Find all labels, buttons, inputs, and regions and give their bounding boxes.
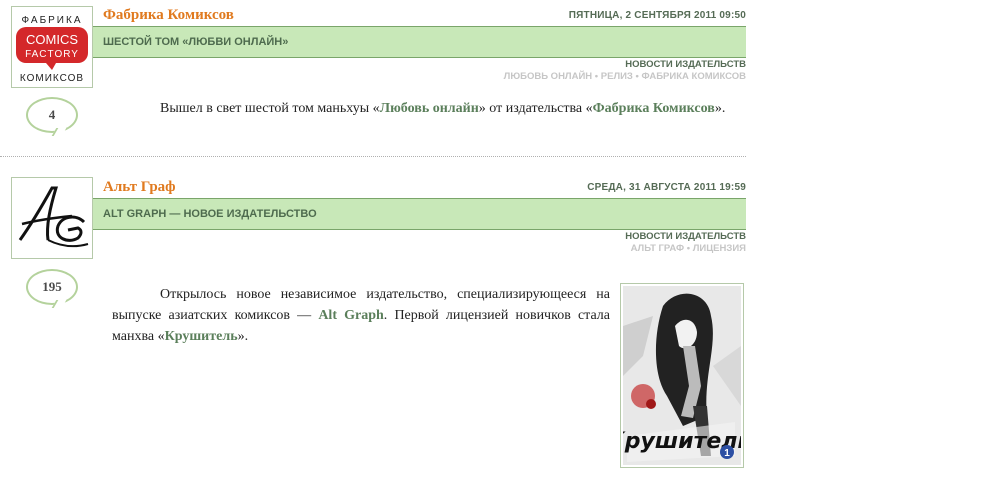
comments-count-bubble[interactable]: 4 [26, 97, 78, 133]
comics-factory-logo[interactable]: ФАБРИКА COMICS FACTORY КОМИКСОВ [11, 6, 93, 88]
svg-text:КОМИКСОВ: КОМИКСОВ [20, 73, 84, 84]
tag-link[interactable]: ФАБРИКА КОМИКСОВ [642, 71, 747, 82]
svg-text:COMICS: COMICS [26, 32, 78, 47]
body-link[interactable]: Alt Graph [318, 308, 383, 323]
post-date: СРЕДА, 31 АВГУСТА 2011 19:59 [587, 182, 746, 193]
post-title-bar: ALT GRAPH — НОВОЕ ИЗДАТЕЛЬСТВО [93, 198, 746, 230]
tag-link[interactable]: РЕЛИЗ [601, 71, 633, 82]
post-title-bar: ШЕСТОЙ ТОМ «ЛЮБВИ ОНЛАЙН» [93, 26, 746, 58]
svg-text:1: 1 [724, 448, 730, 459]
post-title[interactable]: ШЕСТОЙ ТОМ «ЛЮБВИ ОНЛАЙН» [103, 36, 288, 48]
post-category[interactable]: НОВОСТИ ИЗДАТЕЛЬСТВ [625, 231, 746, 242]
comments-count-bubble[interactable]: 195 [26, 269, 78, 305]
body-link[interactable]: Крушитель [165, 329, 238, 344]
post-title[interactable]: ALT GRAPH — НОВОЕ ИЗДАТЕЛЬСТВО [103, 208, 317, 220]
tag-link[interactable]: АЛЬТ ГРАФ [631, 243, 685, 254]
body-link[interactable]: Любовь онлайн [380, 101, 479, 116]
tag-link[interactable]: ЛЮБОВЬ ОНЛАЙН [504, 71, 592, 82]
post-divider [0, 156, 746, 157]
news-post: 195 Альт Граф СРЕДА, 31 АВГУСТА 2011 19:… [0, 172, 760, 478]
post-source-link[interactable]: Фабрика Комиксов [103, 7, 234, 24]
post-body: Открылось новое независимое издательство… [112, 287, 610, 344]
post-source-link[interactable]: Альт Граф [103, 179, 176, 196]
post-tags: АЛЬТ ГРАФ • ЛИЦЕНЗИЯ [630, 243, 746, 254]
alt-graph-logo[interactable] [11, 177, 93, 259]
manhwa-cover-image[interactable]: Крушитель 1 [607, 283, 751, 468]
body-link[interactable]: Фабрика Комиксов [593, 101, 715, 116]
post-date: ПЯТНИЦА, 2 СЕНТЯБРЯ 2011 09:50 [568, 10, 746, 21]
tag-link[interactable]: ЛИЦЕНЗИЯ [693, 243, 746, 254]
post-category[interactable]: НОВОСТИ ИЗДАТЕЛЬСТВ [625, 59, 746, 70]
news-post: ФАБРИКА COMICS FACTORY КОМИКСОВ 4 Фабрик… [0, 0, 760, 158]
post-body: Вышел в свет шестой том маньхуы «Любовь … [160, 101, 726, 116]
svg-text:ФАБРИКА: ФАБРИКА [22, 15, 83, 26]
svg-text:FACTORY: FACTORY [25, 49, 79, 60]
post-tags: ЛЮБОВЬ ОНЛАЙН • РЕЛИЗ • ФАБРИКА КОМИКСОВ [503, 71, 747, 82]
